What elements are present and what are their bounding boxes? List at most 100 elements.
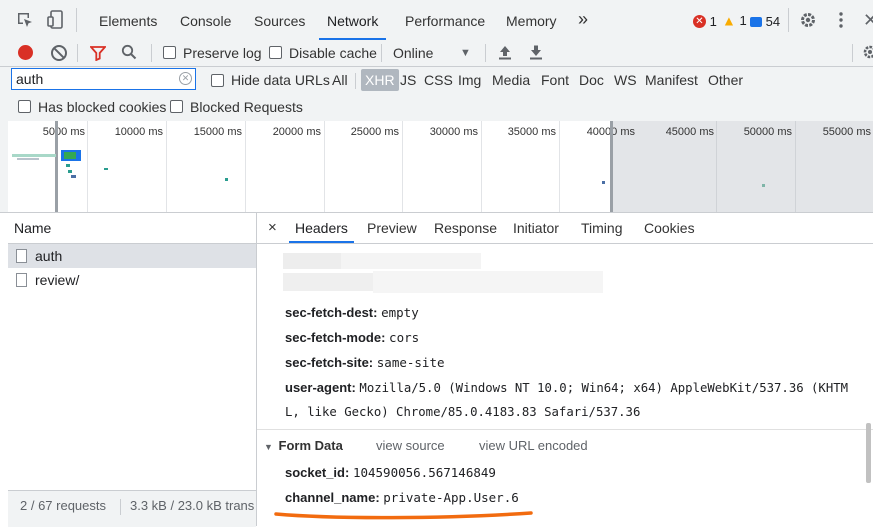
- request-bar: [17, 158, 39, 160]
- tab-cookies[interactable]: Cookies: [644, 213, 695, 243]
- filter-input[interactable]: auth ✕: [11, 68, 196, 90]
- tab-elements[interactable]: Elements: [99, 0, 157, 40]
- redacted-header: [283, 253, 343, 269]
- filter-type-all[interactable]: All: [332, 67, 348, 94]
- preserve-log-checkbox[interactable]: [163, 46, 176, 59]
- tab-timing[interactable]: Timing: [581, 213, 623, 243]
- header-row-sec-fetch-dest: sec-fetch-dest: empty: [285, 305, 419, 320]
- header-row-sec-fetch-site: sec-fetch-site: same-site: [285, 355, 445, 370]
- overview-selection-right-handle[interactable]: [610, 121, 613, 212]
- tab-network[interactable]: Network: [318, 0, 387, 40]
- tab-sources[interactable]: Sources: [254, 0, 305, 40]
- clear-icon[interactable]: [51, 45, 67, 61]
- gridline: [245, 121, 246, 212]
- form-data-title: Form Data: [278, 438, 343, 453]
- filter-type-doc[interactable]: Doc: [579, 67, 604, 94]
- divider: [852, 44, 853, 62]
- timeline-tick: 55000 ms: [822, 126, 871, 138]
- disable-cache-label: Disable cache: [289, 45, 377, 61]
- status-divider: [120, 499, 121, 515]
- filter-type-media[interactable]: Media: [492, 67, 530, 94]
- filter-type-font[interactable]: Font: [541, 67, 569, 94]
- filter-type-other[interactable]: Other: [708, 67, 743, 94]
- tab-console[interactable]: Console: [180, 0, 231, 40]
- status-bar: 2 / 67 requests 3.3 kB / 23.0 kB trans: [8, 490, 256, 527]
- overview-left-gutter: [0, 121, 8, 212]
- preserve-log-label: Preserve log: [183, 45, 262, 61]
- more-tabs-button[interactable]: »: [578, 0, 588, 40]
- divider: [151, 44, 152, 62]
- device-toolbar-icon[interactable]: [47, 10, 65, 30]
- view-source-link[interactable]: view source: [376, 438, 445, 453]
- gridline: [481, 121, 482, 212]
- filter-type-xhr[interactable]: XHR: [361, 69, 399, 91]
- document-icon: [16, 249, 27, 263]
- error-counter[interactable]: ✕ 1: [693, 13, 717, 29]
- filter-input-value: auth: [16, 71, 44, 87]
- blocked-requests-label: Blocked Requests: [190, 99, 303, 115]
- filter-type-manifest[interactable]: Manifest: [645, 67, 698, 94]
- hide-data-urls-checkbox[interactable]: [211, 74, 224, 87]
- throttling-dropdown-arrow-icon[interactable]: ▼: [460, 40, 471, 66]
- tab-headers[interactable]: Headers: [289, 213, 354, 243]
- error-count: 1: [709, 14, 717, 30]
- header-row-user-agent-wrap: L, like Gecko) Chrome/85.0.4183.83 Safar…: [285, 404, 640, 419]
- header-row-user-agent: user-agent: Mozilla/5.0 (Windows NT 10.0…: [285, 380, 848, 395]
- close-devtools-icon[interactable]: ✕: [863, 10, 873, 31]
- message-count: 54: [765, 14, 781, 30]
- filter-type-css[interactable]: CSS: [424, 67, 453, 94]
- message-counter[interactable]: 54: [750, 13, 780, 29]
- timeline-tick: 50000 ms: [743, 126, 792, 138]
- filter-type-ws[interactable]: WS: [614, 67, 637, 94]
- close-details-icon[interactable]: ×: [268, 213, 277, 243]
- header-name: sec-fetch-dest:: [285, 305, 378, 320]
- request-bar: [66, 164, 70, 167]
- search-icon[interactable]: [121, 44, 137, 60]
- section-divider: [257, 429, 873, 430]
- has-blocked-cookies-checkbox[interactable]: [18, 100, 31, 113]
- form-field-socket-id: socket_id: 104590056.567146849: [285, 465, 496, 480]
- network-settings-gear-icon[interactable]: [862, 44, 873, 60]
- export-har-icon[interactable]: [529, 44, 543, 60]
- customize-menu-icon[interactable]: [839, 12, 843, 28]
- details-tabbar: × Headers Preview Response Initiator Tim…: [257, 213, 873, 244]
- tab-preview[interactable]: Preview: [367, 213, 417, 243]
- details-scrollbar[interactable]: [866, 423, 871, 483]
- throttling-select[interactable]: Online: [393, 40, 433, 66]
- request-row-auth[interactable]: auth: [8, 244, 256, 268]
- filter-type-img[interactable]: Img: [458, 67, 481, 94]
- warning-counter[interactable]: ▲ 1: [722, 12, 747, 29]
- view-url-encoded-link[interactable]: view URL encoded: [479, 438, 588, 453]
- timeline-tick: 30000 ms: [429, 126, 478, 138]
- inspect-element-icon[interactable]: [16, 11, 34, 29]
- header-name: user-agent:: [285, 380, 356, 395]
- filter-type-js[interactable]: JS: [400, 67, 416, 94]
- request-bar: [64, 152, 76, 159]
- disable-cache-checkbox[interactable]: [269, 46, 282, 59]
- gridline: [166, 121, 167, 212]
- overview-selection-left-handle[interactable]: [55, 121, 58, 212]
- record-icon[interactable]: [18, 45, 33, 60]
- header-value: cors: [389, 330, 420, 345]
- expand-triangle-icon: ▼: [264, 442, 273, 452]
- hide-data-urls-label: Hide data URLs: [231, 72, 330, 88]
- blocked-requests-checkbox[interactable]: [170, 100, 183, 113]
- request-row-review[interactable]: review/: [8, 268, 256, 292]
- redacted-header: [283, 273, 373, 291]
- message-icon: [750, 16, 762, 27]
- highlight-underline: [274, 511, 533, 520]
- tab-memory[interactable]: Memory: [506, 0, 557, 40]
- form-data-section-header[interactable]: ▼ Form Data: [264, 438, 343, 453]
- request-bar: [104, 168, 108, 170]
- clear-filter-icon[interactable]: ✕: [179, 72, 192, 85]
- header-value: same-site: [376, 355, 445, 370]
- filter-funnel-icon[interactable]: [89, 45, 107, 62]
- tab-response[interactable]: Response: [434, 213, 497, 243]
- network-overview-timeline[interactable]: 5000 ms 10000 ms 15000 ms 20000 ms 25000…: [0, 121, 873, 213]
- import-har-icon[interactable]: [498, 44, 512, 60]
- request-list-header[interactable]: Name: [8, 213, 256, 244]
- network-toolbar: Preserve log Disable cache Online ▼: [0, 40, 873, 67]
- tab-initiator[interactable]: Initiator: [513, 213, 559, 243]
- tab-performance[interactable]: Performance: [405, 0, 485, 40]
- settings-gear-icon[interactable]: [799, 11, 817, 29]
